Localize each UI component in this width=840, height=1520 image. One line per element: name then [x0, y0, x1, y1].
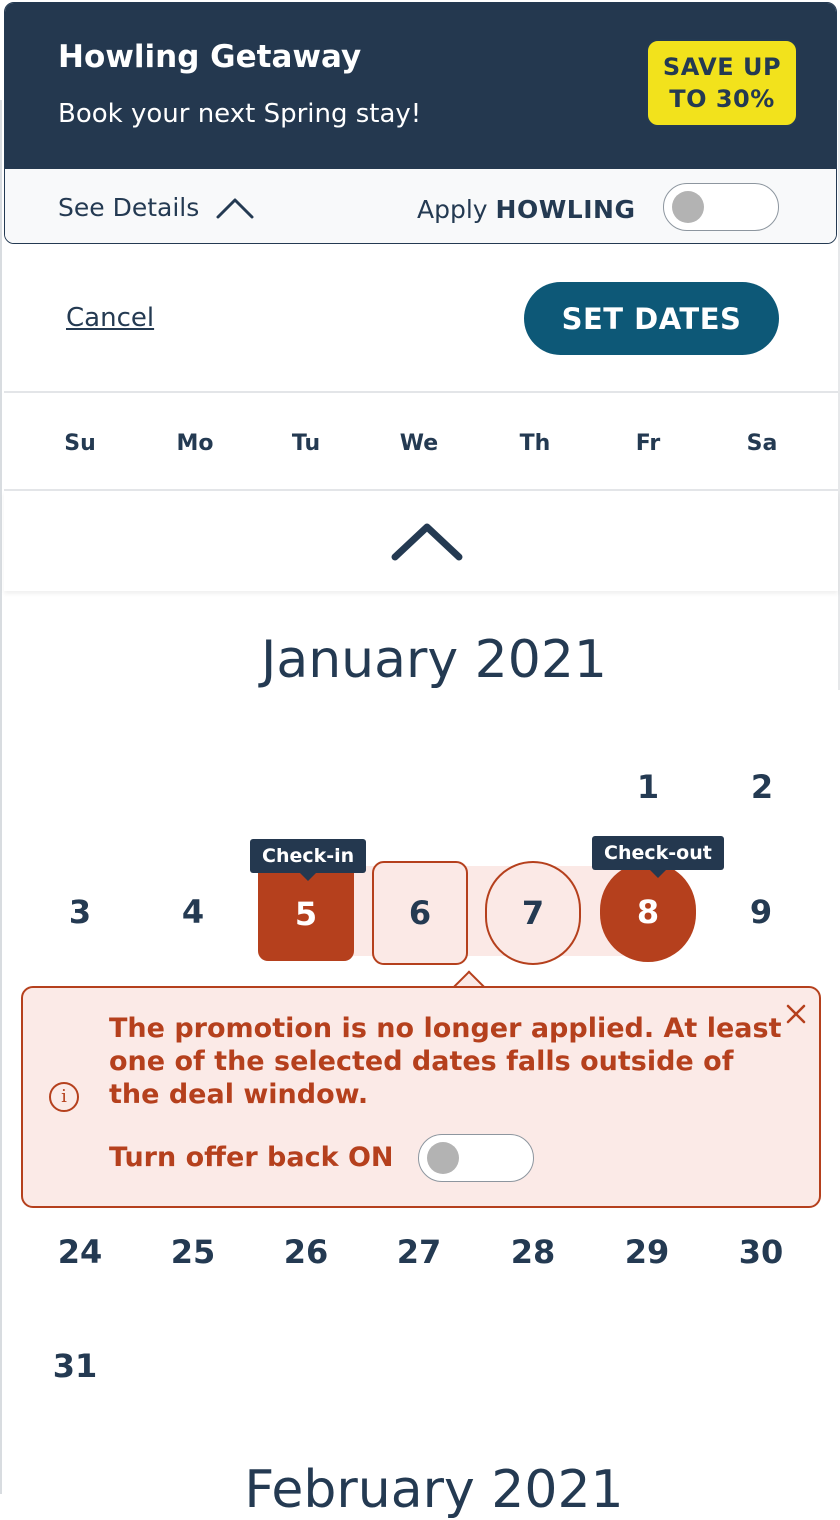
calendar-day-in-range[interactable]: 6 [372, 861, 468, 965]
promo-warning-popover: i The promotion is no longer applied. At… [21, 986, 821, 1208]
checkout-day[interactable]: 8 [600, 862, 696, 962]
calendar-day[interactable]: 28 [485, 1202, 581, 1302]
save-badge: SAVE UP TO 30% [646, 39, 798, 127]
toggle-knob [427, 1142, 459, 1174]
calendar-day[interactable]: 25 [145, 1202, 241, 1302]
checkin-tag: Check-in [250, 839, 367, 881]
close-icon[interactable] [784, 1002, 808, 1026]
calendar-day[interactable]: 4 [145, 862, 241, 962]
weekday-label: Fr [635, 431, 661, 456]
month-title: February 2021 [244, 1460, 624, 1520]
previous-month-button[interactable] [4, 491, 838, 591]
calendar-day[interactable]: 9 [713, 862, 809, 962]
chevron-up-icon [391, 523, 463, 561]
calendar-day[interactable]: 3 [32, 862, 128, 962]
promo-controls: See Details Apply HOWLING [5, 169, 836, 243]
weekday-label: Tu [291, 431, 321, 456]
apply-promo-label: Apply HOWLING [417, 195, 636, 224]
promo-banner: Howling Getaway Book your next Spring st… [5, 3, 836, 169]
calendar-day[interactable]: 24 [32, 1202, 128, 1302]
save-badge-line: SAVE UP [662, 53, 782, 81]
cancel-link[interactable]: Cancel [66, 303, 154, 333]
see-details-button[interactable]: See Details [58, 193, 255, 222]
calendar-day[interactable]: 26 [258, 1202, 354, 1302]
checkin-day[interactable]: 5 [258, 867, 354, 961]
month-title: January 2021 [261, 630, 607, 690]
warning-message: The promotion is no longer applied. At l… [109, 1013, 782, 1110]
promo-code: HOWLING [495, 195, 636, 224]
calendar-day-in-range[interactable]: 7 [485, 861, 581, 965]
chevron-up-icon [216, 198, 254, 218]
save-badge-line: TO 30% [669, 85, 775, 113]
promo-title: Howling Getaway [58, 39, 362, 75]
toggle-knob [672, 191, 704, 223]
weekday-label: Th [519, 431, 551, 456]
apply-promo-toggle[interactable] [663, 183, 779, 231]
weekday-label: Su [64, 431, 96, 456]
weekday-label: Sa [746, 431, 778, 456]
calendar-day[interactable]: 27 [371, 1202, 467, 1302]
weekday-label: We [399, 431, 439, 456]
set-dates-button[interactable]: SET DATES [524, 282, 779, 355]
promo-card: Howling Getaway Book your next Spring st… [4, 2, 837, 244]
calendar-day[interactable]: 31 [27, 1316, 123, 1416]
turn-offer-on-label: Turn offer back ON [109, 1142, 394, 1173]
see-details-label: See Details [58, 193, 200, 222]
weekday-header: Su Mo Tu We Th Fr Sa [4, 391, 838, 491]
promo-subtitle: Book your next Spring stay! [58, 99, 422, 129]
calendar-day[interactable]: 30 [713, 1202, 809, 1302]
calendar-day[interactable]: 1 [600, 737, 696, 837]
calendar-day[interactable]: 29 [599, 1202, 695, 1302]
weekday-label: Mo [176, 431, 214, 456]
checkout-tag: Check-out [592, 836, 724, 878]
selected-range-band [308, 866, 646, 956]
turn-offer-on-toggle[interactable] [418, 1134, 534, 1182]
calendar-day[interactable]: 2 [714, 737, 810, 837]
page-border [0, 100, 2, 1494]
info-icon: i [49, 1082, 79, 1112]
